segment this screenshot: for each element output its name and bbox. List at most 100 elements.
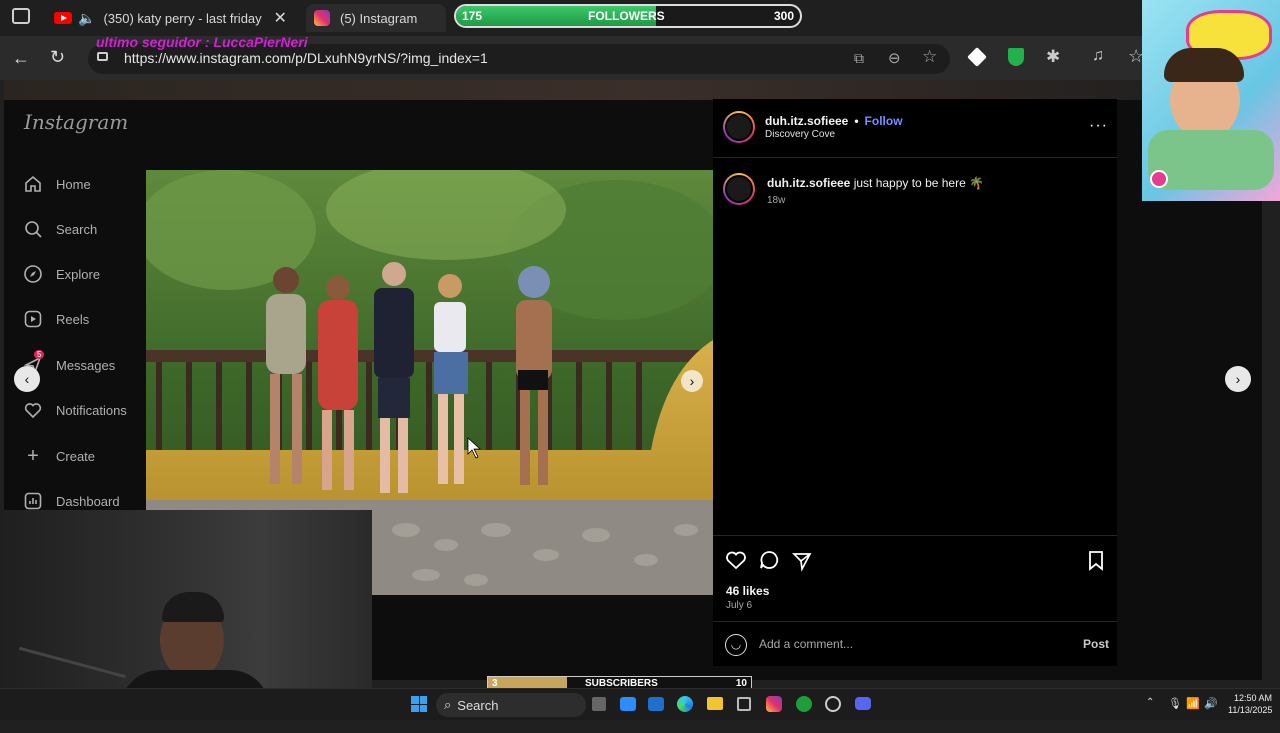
- open-in-app-icon[interactable]: ⧉: [854, 50, 864, 67]
- nav-create[interactable]: + Create: [22, 444, 95, 468]
- search-icon: ⌕: [444, 697, 452, 712]
- comment-icon[interactable]: [758, 549, 780, 576]
- favorite-star-icon[interactable]: ☆: [922, 47, 937, 67]
- actions-divider: [713, 535, 1117, 536]
- instagram-logo[interactable]: Instagram: [24, 110, 128, 134]
- discord-icon[interactable]: [855, 697, 871, 710]
- instagram-icon: [314, 10, 330, 26]
- post-header-line: duh.itz.sofieee • Follow: [765, 114, 903, 128]
- zoom-app-icon[interactable]: [620, 697, 636, 711]
- microphone-icon[interactable]: 🎙: [1168, 697, 1182, 710]
- back-icon[interactable]: ←: [12, 48, 30, 69]
- reels-icon: [22, 308, 44, 330]
- nav-explore-label: Explore: [56, 266, 101, 282]
- dashboard-icon: [22, 490, 44, 512]
- followers-goal-bar: 175 FOLLOWERS 300: [454, 4, 802, 28]
- instagram-app-icon[interactable]: [766, 696, 782, 712]
- next-image-button[interactable]: ›: [681, 370, 703, 392]
- chevron-left-icon: ‹: [24, 371, 30, 387]
- tab-instagram[interactable]: (5) Instagram: [306, 4, 446, 32]
- followers-current: 175: [462, 9, 483, 23]
- close-icon[interactable]: ✕: [273, 8, 286, 28]
- adblock-shield-icon[interactable]: [1008, 48, 1024, 66]
- wifi-icon[interactable]: 📶: [1186, 697, 1200, 710]
- caption-age: 18w: [767, 195, 786, 206]
- nav-notifications-label: Notifications: [56, 402, 127, 418]
- plus-icon: +: [27, 444, 39, 467]
- comment-input[interactable]: Add a comment...: [759, 637, 853, 651]
- taskbar-search-label: Search: [457, 697, 499, 713]
- media-control-icon[interactable]: ♫: [1092, 47, 1104, 65]
- comment-divider: [713, 621, 1117, 622]
- header-divider: [713, 157, 1117, 158]
- nav-search[interactable]: Search: [22, 217, 97, 241]
- nav-reels[interactable]: Reels: [22, 307, 89, 331]
- followers-goal: 300: [773, 9, 794, 23]
- lock-icon[interactable]: [97, 52, 108, 61]
- post-comment-button[interactable]: Post: [1083, 637, 1109, 651]
- outlook-icon[interactable]: [648, 697, 664, 711]
- chevron-right-icon: ›: [689, 373, 695, 389]
- reload-icon[interactable]: ↻: [50, 47, 65, 68]
- caption-author-avatar[interactable]: [723, 173, 755, 205]
- tab-youtube[interactable]: 🔈 (350) katy perry - last friday n ✕: [48, 4, 298, 32]
- emoji-icon[interactable]: ◡: [725, 634, 747, 656]
- url-text[interactable]: https://www.instagram.com/p/DLxuhN9yrNS/…: [124, 50, 488, 66]
- previous-post-button[interactable]: ‹: [14, 366, 40, 392]
- taskbar-date: 11/13/2025: [1228, 705, 1273, 715]
- blurred-background-strip: [4, 80, 1262, 100]
- post-location[interactable]: Discovery Cove: [765, 129, 835, 140]
- next-post-button[interactable]: ›: [1225, 366, 1251, 392]
- task-view-icon[interactable]: [592, 697, 606, 711]
- nav-notifications[interactable]: Notifications: [22, 398, 127, 422]
- heart-icon: [22, 399, 44, 421]
- xbox-icon[interactable]: [796, 696, 812, 712]
- chrome-icon[interactable]: [825, 696, 841, 712]
- tray-chevron-icon[interactable]: ⌃: [1146, 697, 1154, 708]
- more-options-icon[interactable]: ···: [1089, 117, 1108, 135]
- tab-actions-icon[interactable]: [12, 8, 30, 24]
- follow-button[interactable]: Follow: [865, 114, 903, 128]
- post-date: July 6: [726, 600, 753, 611]
- youtube-icon: [54, 12, 72, 24]
- post-details-panel: duh.itz.sofieee • Follow Discovery Cove …: [713, 99, 1117, 666]
- home-icon: [22, 173, 44, 195]
- post-author-username[interactable]: duh.itz.sofieee: [765, 114, 848, 128]
- speaker-icon[interactable]: 🔈: [78, 10, 95, 27]
- volume-icon[interactable]: 🔊: [1204, 697, 1218, 710]
- tab-youtube-title: (350) katy perry - last friday n: [103, 10, 264, 26]
- separator-dot: •: [854, 114, 859, 128]
- store-icon[interactable]: [737, 697, 751, 711]
- nav-dashboard-label: Dashboard: [56, 493, 120, 509]
- streamer-cap: [162, 592, 224, 622]
- taskbar-clock[interactable]: 12:50 AM 11/13/2025: [1228, 692, 1272, 716]
- extensions-puzzle-icon[interactable]: ✱: [1046, 47, 1060, 67]
- tab-instagram-title: (5) Instagram: [340, 10, 418, 26]
- nav-search-label: Search: [56, 221, 98, 237]
- caption-username[interactable]: duh.itz.sofieee: [767, 176, 850, 190]
- edge-browser-icon[interactable]: [677, 696, 693, 712]
- caption-text: just happy to be here 🌴: [853, 176, 985, 190]
- zoom-icon[interactable]: ⊖: [888, 49, 901, 67]
- nav-reels-label: Reels: [56, 311, 90, 327]
- windows-taskbar: [0, 688, 1280, 720]
- taskbar-time: 12:50 AM: [1233, 693, 1272, 703]
- likes-count[interactable]: 46 likes: [726, 584, 769, 598]
- post-author-avatar[interactable]: [723, 111, 755, 143]
- promo-person-hair: [1164, 48, 1244, 82]
- taskbar-search-box[interactable]: ⌕ Search: [436, 693, 586, 717]
- chevron-right-icon: ›: [1235, 371, 1241, 387]
- bookmark-icon[interactable]: [1087, 550, 1105, 577]
- promo-badge-icon: [1150, 170, 1168, 188]
- like-icon[interactable]: [725, 549, 747, 576]
- nav-home[interactable]: Home: [22, 172, 91, 196]
- windows-start-icon[interactable]: [411, 696, 427, 712]
- share-icon[interactable]: [791, 550, 813, 577]
- caption-line: duh.itz.sofieee just happy to be here 🌴: [767, 176, 984, 190]
- nav-create-label: Create: [56, 448, 96, 464]
- file-explorer-icon[interactable]: [707, 697, 723, 710]
- messages-badge: 5: [34, 350, 45, 359]
- last-follower-overlay: ultimo seguidor : LuccaPierNeri: [96, 34, 308, 50]
- search-icon: [22, 218, 44, 240]
- nav-explore[interactable]: Explore: [22, 262, 100, 286]
